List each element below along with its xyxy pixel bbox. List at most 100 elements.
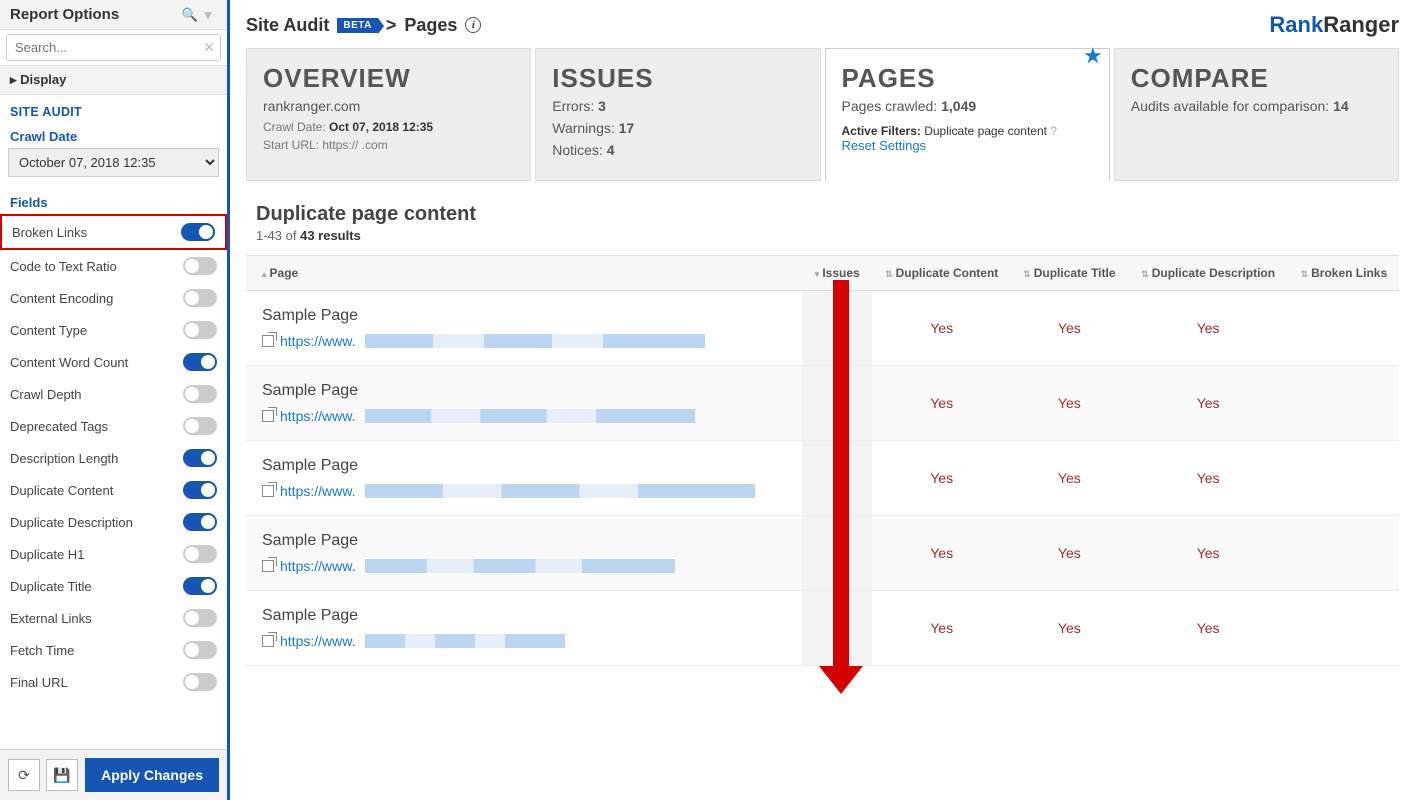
search-icon[interactable]: 🔍 bbox=[181, 7, 199, 23]
field-toggle[interactable] bbox=[183, 289, 217, 307]
card-pages[interactable]: ★ PAGES Pages crawled: 1,049 Active Filt… bbox=[825, 48, 1110, 181]
crawl-date-select[interactable]: October 07, 2018 12:35 bbox=[8, 148, 219, 177]
reset-settings-link[interactable]: Reset Settings bbox=[842, 138, 1093, 153]
dup-title-cell: Yes bbox=[1011, 291, 1127, 366]
table-row: Sample Pagehttps://www.7YesYesYes bbox=[246, 441, 1399, 516]
field-toggle[interactable] bbox=[183, 577, 217, 595]
dup-title-cell: Yes bbox=[1011, 516, 1127, 591]
col-dup-desc[interactable]: ⇅Duplicate Description bbox=[1128, 256, 1289, 291]
page-url[interactable]: https://www. bbox=[262, 333, 794, 349]
breadcrumb: Site Audit BETA > Pages i RankRanger bbox=[246, 8, 1399, 48]
dup-content-cell: Yes bbox=[872, 291, 1011, 366]
field-toggle[interactable] bbox=[183, 609, 217, 627]
field-label: Deprecated Tags bbox=[10, 419, 183, 434]
save-button[interactable]: 💾 bbox=[46, 759, 78, 791]
field-toggle[interactable] bbox=[183, 385, 217, 403]
field-label: Duplicate Title bbox=[10, 579, 183, 594]
external-link-icon bbox=[262, 560, 274, 572]
site-audit-label: SITE AUDIT bbox=[0, 95, 227, 121]
field-row: Broken Links bbox=[0, 214, 227, 250]
fields-list: Broken LinksCode to Text RatioContent En… bbox=[0, 214, 227, 749]
col-dup-title[interactable]: ⇅Duplicate Title bbox=[1011, 256, 1127, 291]
card-compare[interactable]: COMPARE Audits available for comparison:… bbox=[1114, 48, 1399, 181]
field-label: Description Length bbox=[10, 451, 183, 466]
field-label: Duplicate Content bbox=[10, 483, 183, 498]
field-toggle[interactable] bbox=[183, 353, 217, 371]
breadcrumb-sep: > bbox=[386, 15, 397, 36]
sidebar-title: Report Options bbox=[10, 6, 119, 23]
dup-desc-cell: Yes bbox=[1128, 516, 1289, 591]
field-label: Content Type bbox=[10, 323, 183, 338]
page-cell: Sample Pagehttps://www. bbox=[246, 366, 802, 441]
field-label: External Links bbox=[10, 611, 183, 626]
field-toggle[interactable] bbox=[181, 223, 215, 241]
field-toggle[interactable] bbox=[183, 513, 217, 531]
field-toggle[interactable] bbox=[183, 321, 217, 339]
field-toggle[interactable] bbox=[183, 449, 217, 467]
breadcrumb-page: Pages bbox=[404, 15, 457, 36]
field-toggle[interactable] bbox=[183, 641, 217, 659]
display-section[interactable]: ▸ Display bbox=[0, 66, 227, 95]
page-title: Sample Page bbox=[262, 307, 794, 325]
results-table: ▴Page ▾Issues ⇅Duplicate Content ⇅Duplic… bbox=[246, 255, 1399, 666]
page-title: Sample Page bbox=[262, 607, 794, 625]
field-toggle[interactable] bbox=[183, 417, 217, 435]
field-toggle[interactable] bbox=[183, 481, 217, 499]
external-link-icon bbox=[262, 335, 274, 347]
page-url[interactable]: https://www. bbox=[262, 633, 794, 649]
field-label: Final URL bbox=[10, 675, 183, 690]
table-row: Sample Pagehttps://www.7YesYesYes bbox=[246, 291, 1399, 366]
issues-warnings: Warnings: 17 bbox=[552, 120, 803, 136]
field-label: Duplicate H1 bbox=[10, 547, 183, 562]
card-overview[interactable]: OVERVIEW rankranger.com Crawl Date: Oct … bbox=[246, 48, 531, 181]
dup-desc-cell: Yes bbox=[1128, 366, 1289, 441]
refresh-button[interactable]: ⟳ bbox=[8, 759, 40, 791]
table-row: Sample Pagehttps://www.7YesYesYes bbox=[246, 516, 1399, 591]
field-row: Fetch Time bbox=[0, 634, 227, 666]
dup-desc-cell: Yes bbox=[1128, 441, 1289, 516]
info-icon[interactable]: i bbox=[465, 17, 481, 33]
results-title: Duplicate page content bbox=[256, 203, 1399, 226]
broken-links-cell bbox=[1289, 291, 1399, 366]
col-dup-content[interactable]: ⇅Duplicate Content bbox=[872, 256, 1011, 291]
broken-links-cell bbox=[1289, 441, 1399, 516]
external-link-icon bbox=[262, 635, 274, 647]
collapse-icon[interactable]: ▾ bbox=[199, 7, 217, 23]
issues-notices: Notices: 4 bbox=[552, 142, 803, 158]
fields-label: Fields bbox=[0, 187, 227, 214]
col-broken-links[interactable]: ⇅Broken Links bbox=[1289, 256, 1399, 291]
external-link-icon bbox=[262, 485, 274, 497]
sidebar-header: Report Options 🔍 ▾ bbox=[0, 0, 227, 30]
issues-errors: Errors: 3 bbox=[552, 98, 803, 114]
field-row: Content Type bbox=[0, 314, 227, 346]
card-pages-title: PAGES bbox=[842, 63, 1093, 94]
field-toggle[interactable] bbox=[183, 673, 217, 691]
star-icon[interactable]: ★ bbox=[1083, 43, 1103, 69]
field-label: Code to Text Ratio bbox=[10, 259, 183, 274]
field-row: Code to Text Ratio bbox=[0, 250, 227, 282]
card-compare-title: COMPARE bbox=[1131, 63, 1382, 94]
field-row: Duplicate Title bbox=[0, 570, 227, 602]
field-row: Final URL bbox=[0, 666, 227, 698]
field-toggle[interactable] bbox=[183, 545, 217, 563]
field-row: Content Word Count bbox=[0, 346, 227, 378]
search-input[interactable] bbox=[6, 34, 221, 61]
page-cell: Sample Pagehttps://www. bbox=[246, 516, 802, 591]
field-label: Fetch Time bbox=[10, 643, 183, 658]
field-toggle[interactable] bbox=[183, 257, 217, 275]
page-url[interactable]: https://www. bbox=[262, 483, 794, 499]
page-url[interactable]: https://www. bbox=[262, 558, 794, 574]
field-row: Duplicate Description bbox=[0, 506, 227, 538]
card-issues[interactable]: ISSUES Errors: 3 Warnings: 17 Notices: 4 bbox=[535, 48, 820, 181]
apply-button[interactable]: Apply Changes bbox=[85, 758, 219, 792]
broken-links-cell bbox=[1289, 591, 1399, 666]
card-issues-title: ISSUES bbox=[552, 63, 803, 94]
compare-count: Audits available for comparison: 14 bbox=[1131, 98, 1382, 114]
clear-icon[interactable]: ✕ bbox=[203, 39, 215, 56]
dup-title-cell: Yes bbox=[1011, 441, 1127, 516]
col-page[interactable]: ▴Page bbox=[246, 256, 802, 291]
field-label: Content Word Count bbox=[10, 355, 183, 370]
page-url[interactable]: https://www. bbox=[262, 408, 794, 424]
dup-desc-cell: Yes bbox=[1128, 291, 1289, 366]
table-row: Sample Pagehttps://www.7YesYesYes bbox=[246, 366, 1399, 441]
